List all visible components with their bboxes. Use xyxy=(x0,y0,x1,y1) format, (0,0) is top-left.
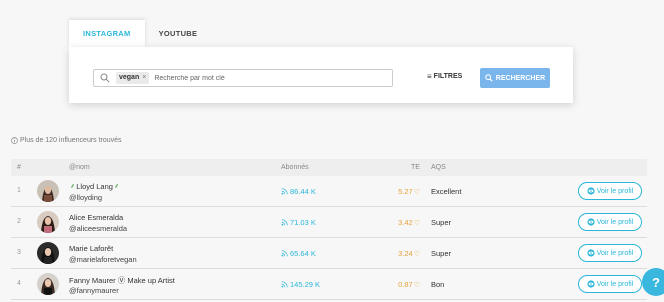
avatar[interactable] xyxy=(37,242,59,264)
te-value: 5.27 xyxy=(398,187,413,196)
heart-icon: ♡ xyxy=(413,250,420,258)
aqs-value: Excellent xyxy=(431,187,462,196)
te-value: 0.87 xyxy=(398,280,413,289)
avatar[interactable] xyxy=(37,180,59,202)
influencer-handle[interactable]: @lloyding xyxy=(69,193,102,202)
influencer-name[interactable]: Fanny Maurer Ⓥ Make up Artist xyxy=(69,275,175,286)
engagement-rate: 3.24 ♡ xyxy=(398,249,420,258)
aqs-value: Super xyxy=(431,249,452,258)
header-followers[interactable]: Abonnés xyxy=(281,164,309,171)
view-profile-button[interactable]: Voir le profil xyxy=(578,275,642,293)
followers-value: 65.64 K xyxy=(290,249,316,258)
followers-value: 145.29 K xyxy=(290,280,321,289)
followers-count: 71.03 K xyxy=(281,218,316,227)
followers-count: 86.44 K xyxy=(281,187,316,196)
heart-icon: ♡ xyxy=(413,281,420,289)
view-profile-label: Voir le profil xyxy=(596,280,634,288)
eye-icon xyxy=(587,280,595,288)
row-number: 1 xyxy=(17,187,21,194)
heart-icon: ♡ xyxy=(413,219,420,227)
followers-count: 65.64 K xyxy=(281,249,316,258)
tab-youtube[interactable]: YOUTUBE xyxy=(145,20,212,47)
header-num: # xyxy=(17,164,21,171)
leaf-icon: ⸙ xyxy=(113,183,120,190)
aqs-value: Bon xyxy=(431,280,445,289)
table-row[interactable]: 3 Marie Laforêt @marielaforetvegan 65.64… xyxy=(11,238,647,269)
header-aqs[interactable]: AQS xyxy=(431,164,446,171)
influencer-name[interactable]: Marie Laforêt xyxy=(69,244,113,253)
influencer-handle[interactable]: @fannymaurer xyxy=(69,286,119,295)
eye-icon xyxy=(587,218,595,226)
rss-icon xyxy=(281,188,288,195)
row-number: 2 xyxy=(17,218,21,225)
chip-remove-icon[interactable]: × xyxy=(142,72,146,84)
view-profile-button[interactable]: Voir le profil xyxy=(578,244,642,262)
influencer-name[interactable]: ⸙ Lloyd Lang ⸙ xyxy=(69,182,120,191)
view-profile-label: Voir le profil xyxy=(596,249,634,257)
view-profile-button[interactable]: Voir le profil xyxy=(578,213,642,231)
search-button-label: RECHERCHER xyxy=(495,74,546,82)
avatar[interactable] xyxy=(37,273,59,295)
rss-icon xyxy=(281,250,288,257)
influencer-name-text: Lloyd Lang xyxy=(76,182,113,191)
search-button[interactable]: RECHERCHER xyxy=(480,68,550,88)
leaf-icon: ⸙ xyxy=(70,183,76,190)
keyword-chip: vegan × xyxy=(116,72,150,84)
search-input[interactable] xyxy=(154,74,355,82)
table-row[interactable]: 4 Fanny Maurer Ⓥ Make up Artist @fannyma… xyxy=(11,269,647,300)
search-icon xyxy=(100,73,110,83)
influencer-name-text: Marie Laforêt xyxy=(69,244,114,253)
search-card: INSTAGRAM YOUTUBE vegan × ≡ FILTRES RECH… xyxy=(69,20,573,103)
view-profile-button[interactable]: Voir le profil xyxy=(578,182,642,200)
influencer-name-text: Fanny Maurer Ⓥ Make up Artist xyxy=(69,276,175,285)
te-value: 3.24 xyxy=(398,249,413,258)
header-te[interactable]: TE xyxy=(411,164,420,171)
view-profile-label: Voir le profil xyxy=(596,218,634,226)
engagement-rate: 5.27 ♡ xyxy=(398,187,420,196)
result-count: Plus de 120 influenceurs trouvés xyxy=(11,137,122,144)
table-row[interactable]: 1 ⸙ Lloyd Lang ⸙ @lloyding 86.44 K 5.27 … xyxy=(11,176,647,207)
eye-icon xyxy=(587,249,595,257)
filters-button[interactable]: ≡ FILTRES xyxy=(427,72,462,81)
keyword-chip-label: vegan xyxy=(119,74,140,81)
influencer-handle[interactable]: @marielaforetvegan xyxy=(69,255,137,264)
filter-lines-icon: ≡ xyxy=(427,72,432,81)
search-panel: vegan × ≡ FILTRES RECHERCHER xyxy=(69,47,573,103)
rss-icon xyxy=(281,281,288,288)
influencer-name[interactable]: Alice Esmeralda xyxy=(69,213,123,222)
aqs-value: Super xyxy=(431,218,452,227)
help-button[interactable]: ? xyxy=(642,268,664,296)
header-name[interactable]: @nom xyxy=(69,164,90,171)
filters-label: FILTRES xyxy=(433,73,463,80)
eye-icon xyxy=(587,187,595,195)
engagement-rate: 0.87 ♡ xyxy=(398,280,420,289)
result-count-text: Plus de 120 influenceurs trouvés xyxy=(20,137,122,144)
influencer-handle[interactable]: @aliceesmeralda xyxy=(69,224,127,233)
avatar[interactable] xyxy=(37,211,59,233)
te-value: 3.42 xyxy=(398,218,413,227)
search-box[interactable]: vegan × xyxy=(93,69,393,87)
engagement-rate: 3.42 ♡ xyxy=(398,218,420,227)
row-number: 4 xyxy=(17,280,21,287)
rss-icon xyxy=(281,219,288,226)
table-header: # @nom Abonnés TE AQS xyxy=(11,159,647,176)
search-icon xyxy=(485,74,493,82)
row-number: 3 xyxy=(17,249,21,256)
followers-value: 86.44 K xyxy=(290,187,316,196)
platform-tabs: INSTAGRAM YOUTUBE xyxy=(69,20,211,47)
tab-instagram[interactable]: INSTAGRAM xyxy=(69,20,145,47)
info-icon xyxy=(11,137,18,144)
influencer-name-text: Alice Esmeralda xyxy=(69,213,124,222)
table-row[interactable]: 2 Alice Esmeralda @aliceesmeralda 71.03 … xyxy=(11,207,647,238)
followers-value: 71.03 K xyxy=(290,218,316,227)
influencer-table: # @nom Abonnés TE AQS 1 ⸙ Lloyd Lang ⸙ @… xyxy=(11,159,647,300)
followers-count: 145.29 K xyxy=(281,280,320,289)
heart-icon: ♡ xyxy=(413,188,420,196)
view-profile-label: Voir le profil xyxy=(596,187,634,195)
